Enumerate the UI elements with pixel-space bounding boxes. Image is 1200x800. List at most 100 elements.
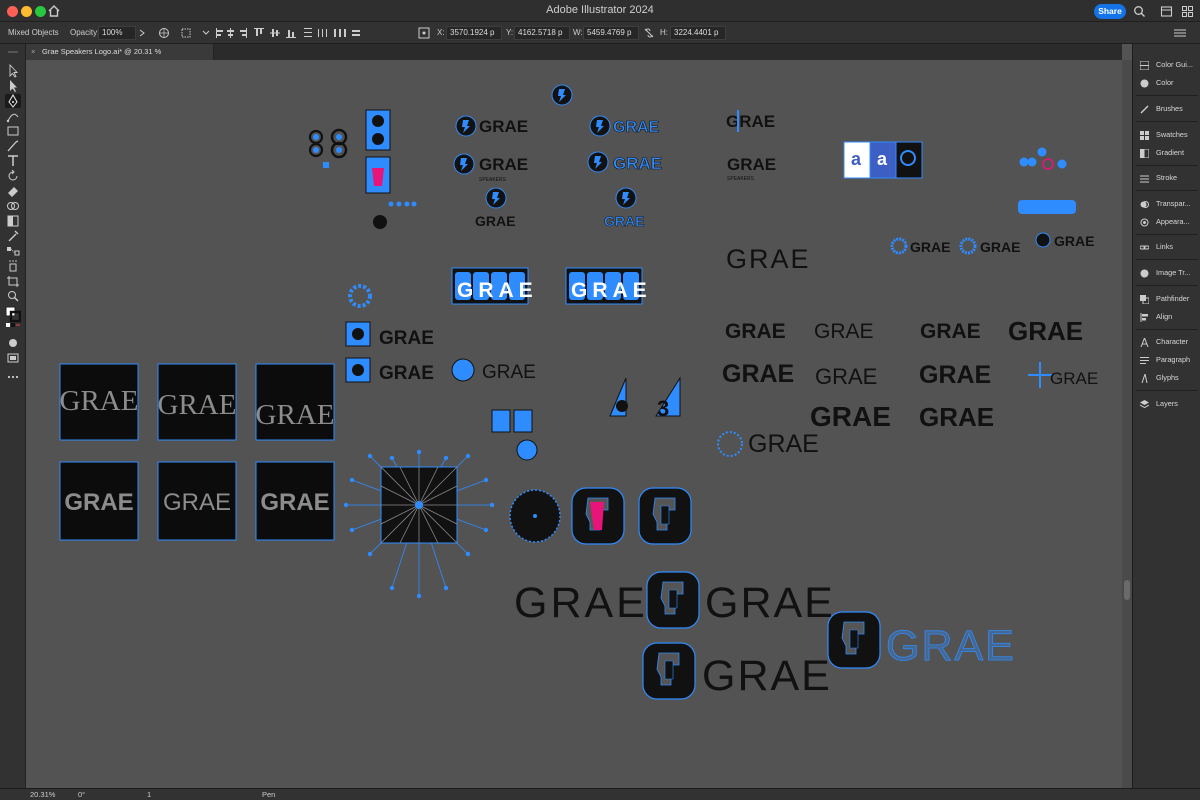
logo-badges-row[interactable]: GRAE GRAE GRAE: [890, 232, 1094, 255]
symbol-sprayer-tool[interactable]: [5, 259, 21, 273]
zoom-level[interactable]: 20.31%: [30, 790, 55, 799]
logo-grae-outline-2[interactable]: GRAE: [587, 151, 662, 173]
opacity-field[interactable]: 100%: [98, 26, 136, 40]
panel-links[interactable]: Links: [1133, 240, 1200, 254]
align-distribute-icons[interactable]: [214, 27, 364, 39]
panel-swatches[interactable]: Swatches: [1133, 128, 1200, 142]
direct-selection-tool[interactable]: [5, 79, 21, 93]
h-field[interactable]: 3224.4401 p: [670, 26, 726, 40]
artboard-3[interactable]: GRAE: [255, 363, 335, 441]
gradient-tool[interactable]: [5, 214, 21, 228]
w-field[interactable]: 5459.4769 p: [583, 26, 639, 40]
ring-icons[interactable]: [308, 128, 348, 168]
reference-point-icon[interactable]: [418, 27, 430, 39]
zoom-tool[interactable]: [5, 289, 21, 303]
triangle-shapes[interactable]: 3: [609, 376, 681, 421]
scroll-thumb[interactable]: [1124, 580, 1130, 600]
rotate-tool[interactable]: [5, 169, 21, 183]
edit-toolbar[interactable]: [5, 370, 21, 384]
search-icon[interactable]: [1133, 5, 1146, 18]
logo-g-grae-3[interactable]: GRAE: [827, 611, 1016, 670]
panel-glyphs[interactable]: Glyphs: [1133, 371, 1200, 385]
panel-brushes[interactable]: Brushes: [1133, 102, 1200, 116]
panel-align[interactable]: Align: [1133, 310, 1200, 324]
constrain-proportions-icon[interactable]: [643, 27, 655, 39]
recolor-artwork-icon[interactable]: [158, 27, 170, 39]
artboard-tool[interactable]: [5, 274, 21, 288]
document-tab[interactable]: × Grae Speakers Logo.ai* @ 20.31 % (CMYK…: [26, 44, 214, 72]
wordmark-variants[interactable]: GRAE GRAE GRAE GRAE GRAE GRAE GRAE GRAE …: [717, 316, 1098, 458]
panel-menu-icon[interactable]: [1172, 27, 1188, 39]
curvature-tool[interactable]: [5, 109, 21, 123]
artboard-2[interactable]: GRAE: [157, 363, 237, 441]
canvas-vertical-scrollbar[interactable]: [1122, 60, 1132, 788]
logo-grae-plain-2[interactable]: GRAE SPEAKERS: [727, 155, 776, 182]
shape-builder-tool[interactable]: [5, 199, 21, 213]
panel-pathfinder[interactable]: Pathfinder: [1133, 292, 1200, 306]
panel-image-trace[interactable]: Image Tr...: [1133, 266, 1200, 280]
x-field[interactable]: 3570.1924 p: [446, 26, 502, 40]
logo-grae-mid-1[interactable]: GRAE: [379, 328, 434, 349]
drawing-modes[interactable]: [5, 336, 21, 350]
panel-transparency[interactable]: Transpar...: [1133, 197, 1200, 211]
panel-stroke[interactable]: Stroke: [1133, 171, 1200, 185]
panel-layers[interactable]: Layers: [1133, 397, 1200, 411]
align-menu-icon[interactable]: [200, 27, 212, 39]
close-tab-icon[interactable]: ×: [31, 44, 35, 60]
canvas-area[interactable]: GRAE GRAE SPEAKERS GRAE GRAE GRAE GRAE GR…: [26, 60, 1122, 788]
logo-g-grae-1[interactable]: GRAE: [646, 571, 835, 629]
arrange-documents-icon[interactable]: [1160, 5, 1173, 18]
cluster-icons[interactable]: [1018, 147, 1076, 215]
workspace-switcher-icon[interactable]: [1181, 5, 1194, 18]
toolbar-collapse-icon[interactable]: [6, 50, 20, 54]
g-mark-pink[interactable]: [571, 487, 625, 545]
logo-grae-mid-2[interactable]: GRAE: [379, 363, 434, 384]
artboard-number[interactable]: 1: [147, 790, 151, 799]
share-button[interactable]: Share: [1094, 4, 1126, 19]
logo-grae-outline-stacked[interactable]: GRAE: [604, 187, 645, 229]
artboard-1[interactable]: GRAE: [59, 363, 139, 441]
logo-grae-outline-1[interactable]: GRAE: [589, 115, 660, 137]
panel-paragraph[interactable]: Paragraph: [1133, 353, 1200, 367]
y-field[interactable]: 4162.5718 p: [514, 26, 570, 40]
sunburst-artwork[interactable]: [343, 449, 495, 599]
a-glyph-tiles[interactable]: a a: [843, 141, 923, 179]
chevron-right-icon[interactable]: [138, 27, 146, 39]
speaker-icons[interactable]: [365, 109, 417, 229]
logo-grae-bold-1[interactable]: GRAE: [455, 115, 528, 137]
panel-color[interactable]: Color: [1133, 76, 1200, 90]
panel-gradient[interactable]: Gradient: [1133, 146, 1200, 160]
blend-tool[interactable]: [5, 244, 21, 258]
artboard-6[interactable]: GRAE: [255, 461, 335, 541]
wordmark-condensed[interactable]: GRAE: [514, 579, 648, 627]
logo-tile-2[interactable]: GRAE: [565, 267, 652, 305]
rectangle-tool[interactable]: [5, 124, 21, 138]
selection-tool[interactable]: [5, 63, 21, 78]
logo-g-grae-2[interactable]: GRAE: [642, 642, 832, 700]
type-tool[interactable]: [5, 154, 21, 168]
logo-grae-bold-2[interactable]: GRAE SPEAKERS: [453, 153, 528, 183]
logo-grae-stacked[interactable]: GRAE: [475, 187, 515, 229]
fill-stroke-swatch[interactable]: [5, 306, 22, 328]
small-squares-icons[interactable]: [491, 409, 538, 461]
g-circle-shape[interactable]: [509, 489, 561, 543]
logo-grae-plain-1[interactable]: GRAE: [726, 110, 775, 132]
panel-appearance[interactable]: Appeara...: [1133, 215, 1200, 229]
eraser-tool[interactable]: [5, 184, 21, 198]
artboard-4[interactable]: GRAE: [59, 461, 139, 541]
artwork-canvas[interactable]: GRAE GRAE SPEAKERS GRAE GRAE GRAE GRAE GR…: [26, 60, 1122, 788]
artboard-5[interactable]: GRAE: [157, 461, 237, 541]
badge-top[interactable]: [551, 84, 573, 106]
screen-mode[interactable]: [5, 351, 21, 365]
paintbrush-tool[interactable]: [5, 139, 21, 153]
panel-character[interactable]: Character: [1133, 335, 1200, 349]
eyedropper-tool[interactable]: [5, 229, 21, 243]
rotation-angle[interactable]: 0°: [78, 790, 85, 799]
logo-grae-thin[interactable]: GRAE: [726, 244, 811, 274]
g-mark-dark[interactable]: [638, 487, 692, 545]
logo-tile-1[interactable]: GRAE: [451, 267, 538, 305]
panel-color-guide[interactable]: Color Gui...: [1133, 58, 1200, 72]
pen-tool[interactable]: [5, 93, 21, 108]
align-to-selection-icon[interactable]: [180, 27, 192, 39]
logo-grae-mid-3[interactable]: GRAE: [482, 362, 536, 383]
